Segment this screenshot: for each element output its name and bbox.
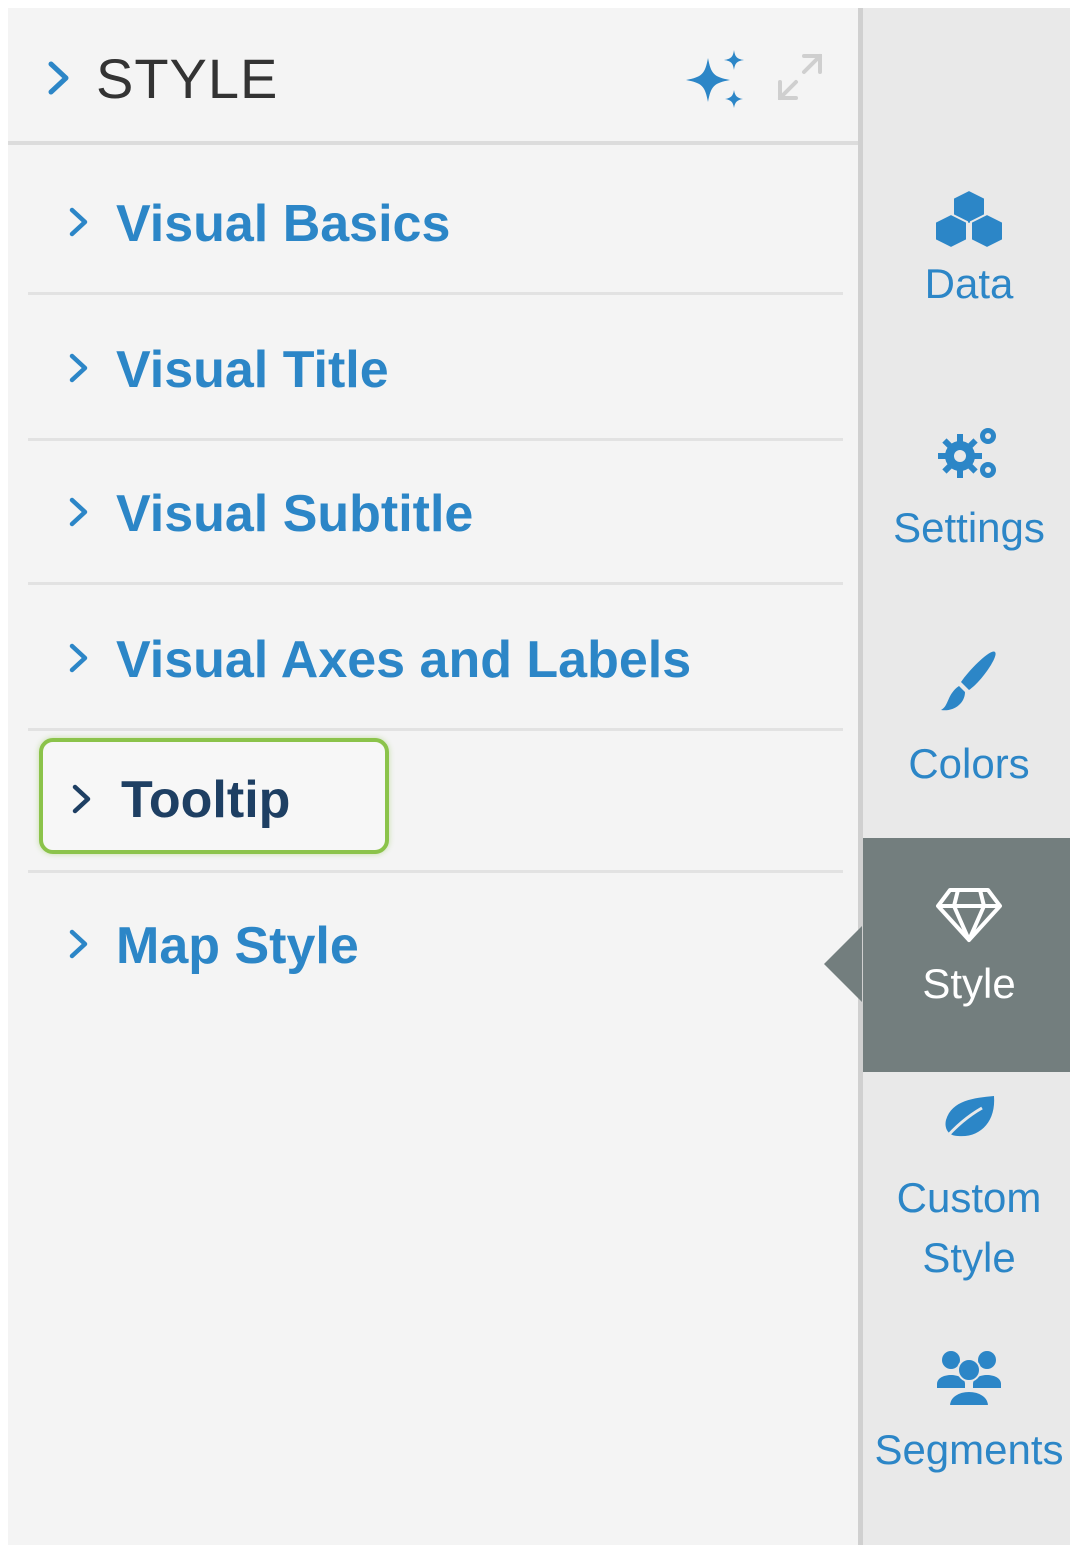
sparkle-icon[interactable] <box>684 48 746 112</box>
section-tooltip[interactable]: Tooltip <box>39 738 389 854</box>
users-icon <box>937 1351 1001 1407</box>
section-label: Visual Subtitle <box>116 485 474 543</box>
gears-icon <box>938 428 996 478</box>
rail-label: Custom Style <box>896 1174 1042 1281</box>
cubes-icon <box>934 188 1004 250</box>
rail-label: Style <box>922 960 1016 1007</box>
section-visual-basics[interactable]: Visual Basics <box>28 152 843 295</box>
chevron-right-icon <box>69 353 88 383</box>
section-label: Visual Basics <box>116 195 451 253</box>
expand-icon[interactable] <box>774 50 826 104</box>
rail-label: Data <box>924 260 1014 307</box>
rail-label: Segments <box>874 1426 1064 1473</box>
section-map-style[interactable]: Map Style <box>28 874 843 1014</box>
style-panel: STYLE Visual Basics Visual Title Visual … <box>8 8 858 1545</box>
section-label: Visual Title <box>116 341 389 399</box>
chevron-right-icon <box>69 497 88 527</box>
chevron-right-icon <box>69 207 88 237</box>
active-tab-pointer <box>824 926 862 1002</box>
side-rail: Data Settings Colors Style Custom Style … <box>858 8 1070 1545</box>
section-visual-title[interactable]: Visual Title <box>28 298 843 441</box>
rail-label: Settings <box>893 504 1045 551</box>
leaf-icon <box>942 1096 995 1141</box>
panel-header: STYLE <box>8 8 858 145</box>
rail-item-custom-style[interactable]: Custom Style <box>863 1092 1070 1288</box>
section-label: Map Style <box>116 917 359 975</box>
chevron-right-icon <box>69 643 88 673</box>
rail-item-data[interactable]: Data <box>863 188 1070 308</box>
rail-item-segments[interactable]: Segments <box>863 1348 1070 1474</box>
paintbrush-icon <box>941 651 996 711</box>
rail-item-colors[interactable]: Colors <box>863 648 1070 788</box>
diamond-icon <box>936 888 1002 942</box>
rail-item-style[interactable]: Style <box>863 838 1070 1072</box>
rail-item-settings[interactable]: Settings <box>863 424 1070 552</box>
section-visual-axes-and-labels[interactable]: Visual Axes and Labels <box>28 588 843 731</box>
section-label: Tooltip <box>121 771 291 829</box>
panel-title: STYLE <box>96 47 279 110</box>
chevron-right-icon[interactable] <box>44 58 74 98</box>
rail-label: Colors <box>908 740 1030 787</box>
chevron-right-icon <box>72 784 91 814</box>
chevron-right-icon <box>69 929 88 959</box>
section-visual-subtitle[interactable]: Visual Subtitle <box>28 442 843 585</box>
section-label: Visual Axes and Labels <box>116 631 692 689</box>
